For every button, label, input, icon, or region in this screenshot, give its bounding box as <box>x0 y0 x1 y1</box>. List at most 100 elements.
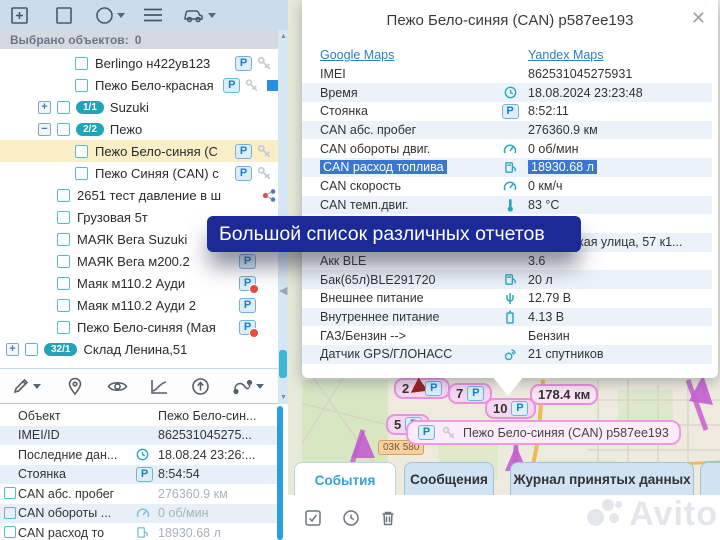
edit-icon[interactable] <box>12 377 41 395</box>
popup-pointer <box>492 376 524 396</box>
track-color-swatch[interactable] <box>267 80 278 91</box>
tree-item-selected[interactable]: Пежо Бело-синяя (С P <box>0 140 278 162</box>
table-row: ГАЗ/Бензин --> Бензин <box>302 326 712 345</box>
parking-error-icon: P <box>239 320 256 335</box>
row-value: 18930.68 л <box>158 526 283 540</box>
table-row-selected: CAN расход топлива 18930.68 л <box>302 158 712 177</box>
add-geofence-icon[interactable] <box>10 6 29 25</box>
rectangle-icon[interactable] <box>55 6 73 25</box>
map-marker-cluster[interactable]: 10 P <box>485 398 536 419</box>
vehicle-map-label[interactable]: P Пежо Бело-синяя (CAN) p587ee193 <box>406 420 681 445</box>
parking-error-icon: P <box>239 276 256 291</box>
tab-partial[interactable] <box>700 462 720 496</box>
checkbox[interactable] <box>57 233 70 246</box>
row-value: 0 км/ч <box>528 179 712 193</box>
unit-name: Berlingo н422ув123 <box>95 56 235 71</box>
checkbox[interactable] <box>57 123 70 136</box>
map-marker-cluster[interactable]: 2 P <box>394 378 450 399</box>
chevron-down-icon[interactable] <box>208 13 216 18</box>
circle-icon[interactable] <box>95 6 125 25</box>
tree-group[interactable]: + 1/1 Suzuki <box>0 96 278 118</box>
info-panel-scrollbar[interactable] <box>277 406 283 540</box>
row-label: Датчик GPS/ГЛОНАСС <box>320 347 492 361</box>
group-count-badge: 32/1 <box>44 343 77 356</box>
tree-item[interactable]: Маяк м110.2 Ауди 2 P <box>0 294 278 316</box>
panel-collapse-icon[interactable]: ◀ <box>279 284 287 297</box>
table-row: CAN абс. пробег 276360.9 км <box>302 121 712 140</box>
checkbox[interactable] <box>75 145 88 158</box>
google-maps-link[interactable]: Google Maps <box>320 48 394 62</box>
row-value: 8:52:11 <box>528 104 712 118</box>
unit-name: Грузовая 5т <box>77 210 148 225</box>
key-icon <box>442 426 456 440</box>
tree-item[interactable]: Пежо Синяя (CAN) с P <box>0 162 278 184</box>
routes-icon[interactable] <box>232 378 264 395</box>
expand-plus-icon[interactable]: + <box>38 101 51 114</box>
checkbox[interactable] <box>57 101 70 114</box>
tree-item[interactable]: Пежо Бело-синяя (Мая P <box>0 316 278 338</box>
chevron-down-icon[interactable] <box>33 384 41 389</box>
chart-icon[interactable] <box>150 378 169 395</box>
row-label: Стоянка <box>18 467 136 481</box>
row-value: 12.79 В <box>528 291 712 305</box>
collapse-minus-icon[interactable]: − <box>38 123 51 136</box>
expand-plus-icon[interactable]: + <box>6 343 19 356</box>
visibility-icon[interactable] <box>107 379 128 394</box>
tree-group[interactable]: − 2/2 Пежо <box>0 118 278 140</box>
checkbox[interactable] <box>4 507 16 519</box>
checkbox[interactable] <box>75 167 88 180</box>
power-icon <box>492 292 528 305</box>
gauge-icon <box>136 507 158 519</box>
tab-events[interactable]: События <box>294 462 396 498</box>
location-icon[interactable] <box>67 377 83 396</box>
tab-messages[interactable]: Сообщения <box>404 462 494 496</box>
tree-item[interactable]: 2651 тест давление в ш <box>0 184 278 206</box>
row-value: 276360.9 км <box>158 487 283 501</box>
tree-item[interactable]: Пежо Бело-красная P <box>0 74 278 96</box>
checkbox[interactable] <box>57 321 70 334</box>
send-command-icon[interactable] <box>191 377 210 396</box>
close-icon[interactable]: ✕ <box>691 8 706 29</box>
chevron-down-icon[interactable] <box>117 13 125 18</box>
app-window: 03К 580 2 P 7 P 10 P 178.4 км 5 P P Пежо… <box>0 0 720 540</box>
checkbox[interactable] <box>57 299 70 312</box>
unit-name: МАЯК Вега м200.2 <box>77 254 239 269</box>
row-value: 0 об/мин <box>528 142 712 156</box>
tree-group[interactable]: + 32/1 Склад Ленина,51 <box>0 338 278 360</box>
annotation-banner: Большой список различных отчетов <box>207 216 581 252</box>
checkbox[interactable] <box>4 526 16 538</box>
checkbox[interactable] <box>4 487 16 499</box>
yandex-maps-link[interactable]: Yandex Maps <box>528 48 604 62</box>
tree-item[interactable]: Berlingo н422ув123 P <box>0 52 278 74</box>
row-label: IMEI <box>320 67 492 81</box>
checkbox[interactable] <box>25 343 38 356</box>
map-marker-cluster[interactable]: 7 P <box>448 383 492 404</box>
delete-icon[interactable] <box>380 509 396 527</box>
scroll-down-icon[interactable]: ▼ <box>280 394 287 401</box>
select-all-icon[interactable] <box>304 509 322 527</box>
tab-data-log[interactable]: Журнал принятых данных <box>510 462 694 496</box>
row-value: 21 спутников <box>528 347 712 361</box>
list-icon[interactable] <box>143 7 163 23</box>
units-icon[interactable] <box>183 7 216 23</box>
group-name: Склад Ленина,51 <box>83 342 187 357</box>
tree-item[interactable]: Маяк м110.2 Ауди P <box>0 272 278 294</box>
row-label: CAN скорость <box>320 179 492 193</box>
tree-item[interactable]: МАЯК Вега м200.2 P <box>0 250 278 272</box>
scrollbar-thumb[interactable] <box>279 350 287 378</box>
checkbox[interactable] <box>57 211 70 224</box>
chevron-down-icon[interactable] <box>256 384 264 389</box>
checkbox[interactable] <box>75 57 88 70</box>
time-icon[interactable] <box>342 509 360 527</box>
unit-name: 2651 тест давление в ш <box>77 188 262 203</box>
clock-icon <box>136 448 158 461</box>
checkbox[interactable] <box>57 277 70 290</box>
table-row: CAN расход то 18930.68 л <box>0 523 283 540</box>
table-row: Акк BLE 3.6 <box>302 252 712 271</box>
checkbox[interactable] <box>57 255 70 268</box>
monitoring-sidebar: Выбрано объектов: 0 Berlingo н422ув123 P… <box>0 0 288 540</box>
scroll-up-icon[interactable]: ▲ <box>280 33 287 40</box>
checkbox[interactable] <box>75 79 88 92</box>
parking-icon: P <box>235 144 252 159</box>
checkbox[interactable] <box>57 189 70 202</box>
